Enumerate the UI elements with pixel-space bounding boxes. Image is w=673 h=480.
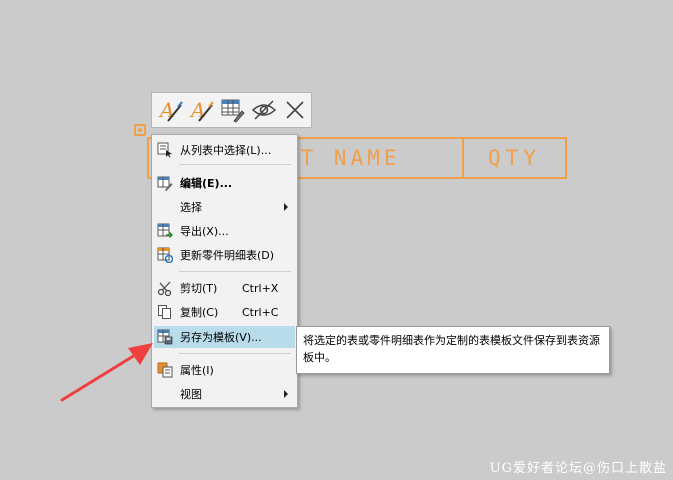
annotation-arrow-icon [60,343,153,402]
watermark-text: UG爱好者论坛@伤口上散盐 [489,461,667,476]
